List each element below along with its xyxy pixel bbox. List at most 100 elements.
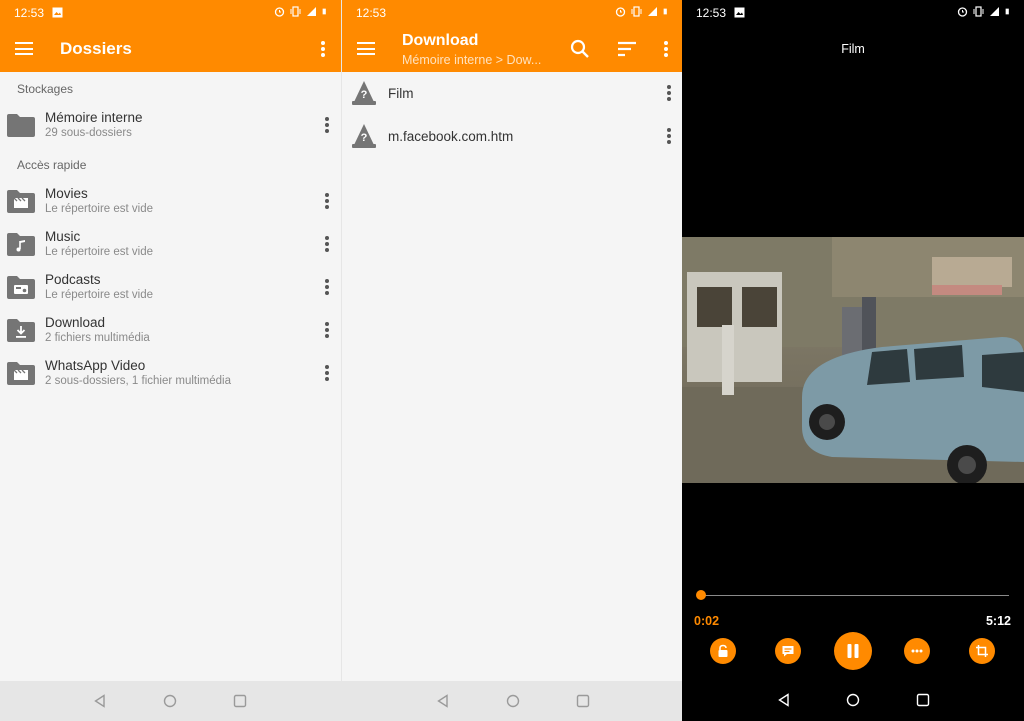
status-icons xyxy=(615,6,670,17)
folder-icon xyxy=(7,114,35,137)
download-screen: 12:53 Download Mémoire interne > Dow... … xyxy=(341,0,682,721)
status-bar: 12:53 xyxy=(342,0,682,25)
sort-icon[interactable] xyxy=(616,38,638,60)
app-bar: Dossiers xyxy=(0,25,341,72)
row-menu-icon[interactable] xyxy=(325,117,329,133)
status-time: 12:53 xyxy=(14,5,45,20)
folder-name: Music xyxy=(45,229,81,244)
recents-icon[interactable] xyxy=(576,694,590,708)
video-frame[interactable] xyxy=(682,237,1024,483)
row-menu-icon[interactable] xyxy=(325,365,329,381)
file-row-film[interactable]: ? Film xyxy=(342,73,682,115)
signal-icon xyxy=(990,7,999,16)
breadcrumb: Mémoire interne > Dow... xyxy=(402,53,542,67)
lock-button[interactable] xyxy=(710,638,736,664)
movie-folder-icon xyxy=(7,190,35,213)
signal-icon xyxy=(648,7,657,16)
video-title: Film xyxy=(841,42,865,56)
row-menu-icon[interactable] xyxy=(325,322,329,338)
back-icon[interactable] xyxy=(436,694,450,708)
search-icon[interactable] xyxy=(569,38,591,60)
signal-icon xyxy=(307,7,316,16)
pause-button[interactable] xyxy=(834,632,872,670)
more-options-icon[interactable] xyxy=(321,41,325,57)
svg-text:?: ? xyxy=(361,132,368,144)
alarm-icon xyxy=(615,7,626,17)
download-folder-icon xyxy=(7,319,35,342)
vlc-cone-icon: ? xyxy=(352,81,376,105)
row-menu-icon[interactable] xyxy=(325,279,329,295)
alarm-icon xyxy=(274,7,285,17)
section-storage-header: Stockages xyxy=(17,82,74,96)
folder-name: Mémoire interne xyxy=(45,110,143,125)
app-bar: Download Mémoire interne > Dow... xyxy=(342,25,682,72)
svg-text:?: ? xyxy=(361,89,368,101)
vibrate-icon xyxy=(631,6,642,17)
subtitles-icon xyxy=(782,646,794,657)
row-menu-icon[interactable] xyxy=(325,236,329,252)
crop-icon xyxy=(976,645,988,657)
row-menu-icon[interactable] xyxy=(667,85,671,101)
back-icon[interactable] xyxy=(93,694,107,708)
home-icon[interactable] xyxy=(163,694,177,708)
status-bar: 12:53 xyxy=(682,0,1024,25)
seek-bar[interactable] xyxy=(695,590,1009,600)
current-time: 0:02 xyxy=(694,614,720,628)
file-name: Film xyxy=(388,86,414,101)
recents-icon[interactable] xyxy=(916,693,930,707)
row-menu-icon[interactable] xyxy=(667,128,671,144)
vibrate-icon xyxy=(290,6,301,17)
back-icon[interactable] xyxy=(777,693,791,707)
folder-row-download[interactable]: Download 2 fichiers multimédia xyxy=(0,312,341,352)
pause-icon xyxy=(847,644,859,658)
status-bar: 12:53 xyxy=(0,0,341,25)
seek-handle[interactable] xyxy=(695,590,706,600)
gallery-notification-icon xyxy=(52,7,63,18)
folder-name: Movies xyxy=(45,186,88,201)
file-name: m.facebook.com.htm xyxy=(388,129,514,144)
folder-row-whatsapp-video[interactable]: WhatsApp Video 2 sous-dossiers, 1 fichie… xyxy=(0,355,341,395)
folder-detail: Le répertoire est vide xyxy=(45,289,154,301)
status-time: 12:53 xyxy=(696,5,727,20)
page-title: Dossiers xyxy=(60,39,132,58)
status-icons xyxy=(957,6,1012,17)
recents-icon[interactable] xyxy=(233,694,247,708)
home-icon[interactable] xyxy=(506,694,520,708)
folder-row-music[interactable]: Music Le répertoire est vide xyxy=(0,226,341,266)
file-row-facebook-htm[interactable]: ? m.facebook.com.htm xyxy=(342,116,682,158)
battery-icon xyxy=(663,8,667,15)
lock-icon xyxy=(718,644,728,657)
more-options-icon[interactable] xyxy=(664,41,668,57)
vlc-cone-icon: ? xyxy=(352,124,376,148)
crop-button[interactable] xyxy=(969,638,995,664)
gallery-notification-icon xyxy=(734,7,745,18)
folder-row-memoire-interne[interactable]: Mémoire interne 29 sous-dossiers xyxy=(0,107,341,147)
menu-icon[interactable] xyxy=(357,42,375,55)
video-player-screen: 12:53 Film 0:02 5:12 xyxy=(682,0,1024,721)
folder-name: Podcasts xyxy=(45,272,101,287)
folder-detail: Le répertoire est vide xyxy=(45,246,154,258)
home-icon[interactable] xyxy=(846,693,860,707)
folder-row-movies[interactable]: Movies Le répertoire est vide xyxy=(0,183,341,223)
duration-time[interactable]: 5:12 xyxy=(986,614,1011,628)
music-folder-icon xyxy=(7,233,35,256)
movie-folder-icon xyxy=(7,362,35,385)
more-button[interactable] xyxy=(904,638,930,664)
status-time: 12:53 xyxy=(356,5,387,20)
system-nav-bar xyxy=(342,681,682,721)
folders-screen: 12:53 Dossiers Stockages Mémoire interne… xyxy=(0,0,341,721)
folder-detail: 2 sous-dossiers, 1 fichier multimédia xyxy=(45,375,231,387)
more-icon xyxy=(911,649,923,653)
vibrate-icon xyxy=(973,6,984,17)
alarm-icon xyxy=(957,7,968,17)
subtitles-button[interactable] xyxy=(775,638,801,664)
folder-row-podcasts[interactable]: Podcasts Le répertoire est vide xyxy=(0,269,341,309)
folder-name: WhatsApp Video xyxy=(45,358,146,373)
folder-detail: Le répertoire est vide xyxy=(45,203,154,215)
page-title: Download xyxy=(402,32,479,49)
menu-icon[interactable] xyxy=(15,42,33,55)
status-icons xyxy=(274,6,329,17)
section-quick-header: Accès rapide xyxy=(17,158,87,172)
podcast-folder-icon xyxy=(7,276,35,299)
row-menu-icon[interactable] xyxy=(325,193,329,209)
